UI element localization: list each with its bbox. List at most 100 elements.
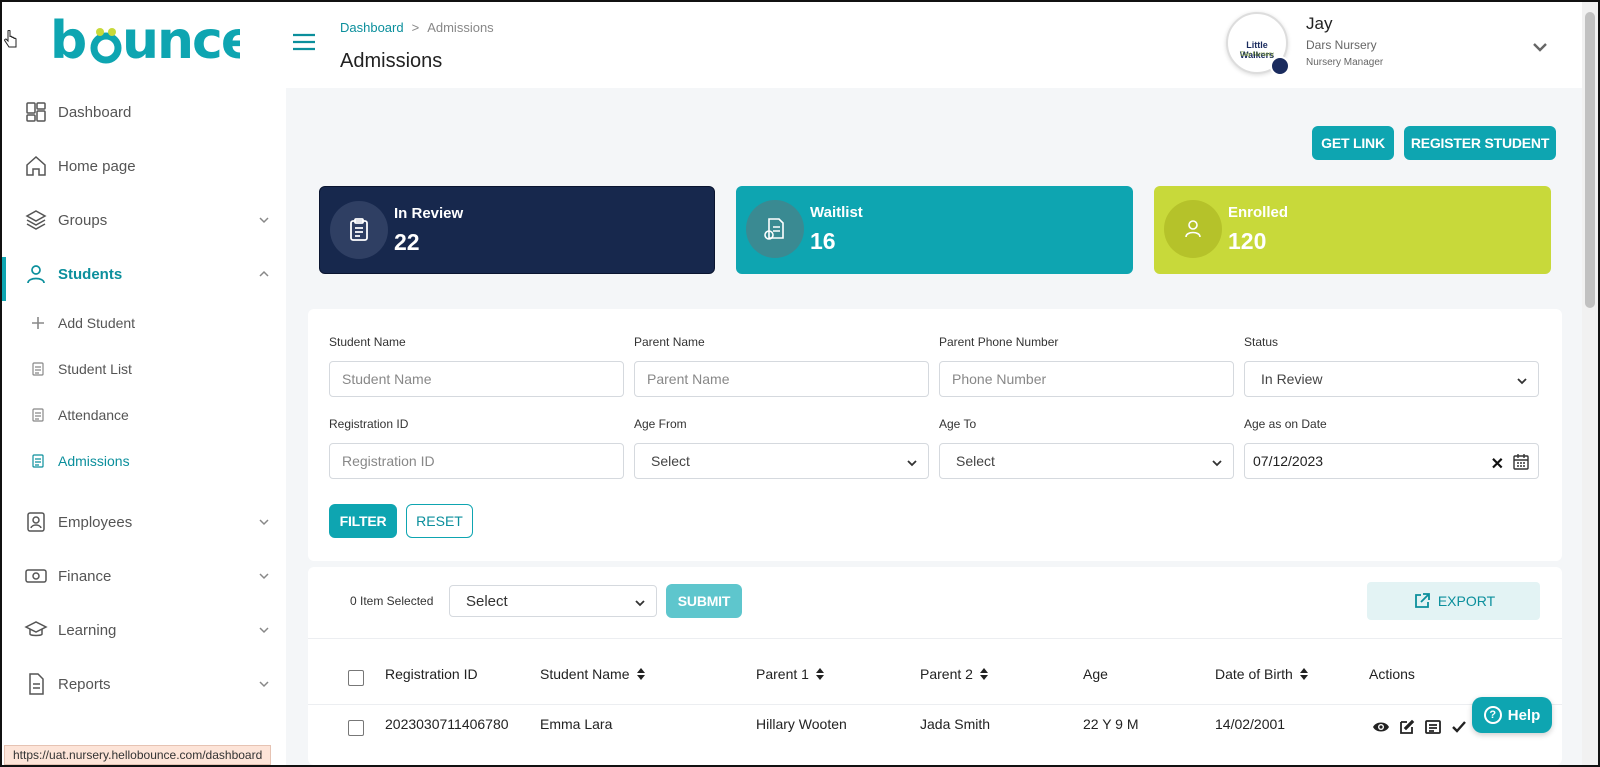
status-select[interactable]: In Review <box>1244 361 1539 397</box>
calendar-icon[interactable] <box>1512 453 1530 471</box>
select-all-checkbox[interactable] <box>348 670 364 686</box>
nursery-logo-avatar[interactable]: Little Walkers Day Nursery <box>1226 12 1290 76</box>
plus-icon <box>30 315 46 331</box>
page-scrollbar[interactable] <box>1582 2 1598 765</box>
sort-icon <box>636 667 646 681</box>
breadcrumb-dashboard-link[interactable]: Dashboard <box>340 20 404 35</box>
sidebar-subitem-label: Student List <box>58 361 132 377</box>
sidebar-item-label: Dashboard <box>58 103 132 121</box>
export-label: EXPORT <box>1437 593 1496 609</box>
age-to-label: Age To <box>939 417 977 431</box>
parent-phone-label: Parent Phone Number <box>939 335 1059 349</box>
parent-phone-input[interactable] <box>939 361 1234 397</box>
chevron-down-icon <box>1211 456 1223 468</box>
svg-text:unce: unce <box>122 12 240 71</box>
age-to-select[interactable]: Select <box>939 443 1234 479</box>
cell-parent-2: Jada Smith <box>920 716 991 732</box>
column-header-date-of-birth[interactable]: Date of Birth <box>1215 666 1309 682</box>
status-label: Status <box>1244 335 1279 349</box>
age-from-select[interactable]: Select <box>634 443 929 479</box>
student-name-input[interactable] <box>329 361 624 397</box>
hamburger-menu-icon[interactable] <box>292 32 316 52</box>
row-checkbox[interactable] <box>348 720 364 736</box>
scrollbar-thumb[interactable] <box>1585 12 1595 308</box>
sidebar-item-label: Groups <box>58 211 108 229</box>
sidebar-item-learning[interactable]: Learning <box>2 608 286 652</box>
sidebar-item-label: Home page <box>58 157 136 175</box>
sidebar-subitem-label: Admissions <box>58 453 130 469</box>
submit-button[interactable]: SUBMIT <box>666 584 742 618</box>
chevron-down-icon <box>257 515 271 529</box>
stat-card-enrolled[interactable]: Enrolled 120 <box>1154 186 1551 274</box>
profile-chevron-down-icon[interactable] <box>1532 40 1548 54</box>
filter-button[interactable]: FILTER <box>329 504 397 538</box>
sidebar-subitem-add-student[interactable]: Add Student <box>2 303 286 343</box>
age-from-label: Age From <box>634 417 687 431</box>
get-link-button[interactable]: GET LINK <box>1312 126 1394 160</box>
age-as-on-date-input[interactable]: 07/12/2023 ✕ <box>1244 443 1539 479</box>
document-clock-icon <box>746 200 804 258</box>
date-value: 07/12/2023 <box>1253 453 1324 469</box>
sidebar-item-employees[interactable]: Employees <box>2 500 286 544</box>
view-eye-icon[interactable] <box>1372 718 1390 736</box>
bounce-logo[interactable]: b unce <box>50 11 256 72</box>
clipboard-icon <box>30 361 46 377</box>
column-header-registration-id[interactable]: Registration ID <box>385 666 478 682</box>
status-select-value: In Review <box>1261 371 1323 387</box>
cell-parent-1: Hillary Wooten <box>756 716 847 732</box>
filter-panel <box>308 309 1562 561</box>
column-header-age: Age <box>1083 666 1108 682</box>
sidebar-subitem-admissions[interactable]: Admissions <box>2 441 286 481</box>
registration-id-input[interactable] <box>329 443 624 479</box>
list-details-icon[interactable] <box>1424 718 1442 736</box>
stat-card-waitlist[interactable]: Waitlist 16 <box>736 186 1133 274</box>
column-header-label: Student Name <box>540 666 630 682</box>
column-header-parent-1[interactable]: Parent 1 <box>756 666 825 682</box>
sidebar-item-finance[interactable]: Finance <box>2 554 286 598</box>
id-badge-icon <box>24 510 48 534</box>
sidebar-subitem-student-list[interactable]: Student List <box>2 349 286 389</box>
column-header-parent-2[interactable]: Parent 2 <box>920 666 989 682</box>
age-as-on-date-label: Age as on Date <box>1244 417 1327 431</box>
bounce-logo-icon: b unce <box>50 11 256 71</box>
clear-date-icon[interactable]: ✕ <box>1491 454 1504 474</box>
help-button[interactable]: ? Help <box>1472 697 1552 733</box>
edit-icon[interactable] <box>1398 718 1416 736</box>
column-header-student-name[interactable]: Student Name <box>540 666 646 682</box>
parent-name-label: Parent Name <box>634 335 705 349</box>
sidebar-item-reports[interactable]: Reports <box>2 662 286 706</box>
breadcrumb-separator: > <box>411 20 420 35</box>
approve-check-icon[interactable] <box>1450 718 1468 736</box>
sidebar-item-students[interactable]: Students <box>2 252 286 296</box>
stat-value: 22 <box>394 229 420 255</box>
cell-student-name: Emma Lara <box>540 716 613 732</box>
stat-value: 16 <box>810 228 836 254</box>
clipboard-icon <box>30 407 46 423</box>
sidebar-item-label: Learning <box>58 621 117 639</box>
help-label: Help <box>1507 706 1541 724</box>
chevron-down-icon <box>1516 374 1528 386</box>
money-icon <box>24 564 48 588</box>
sidebar-item-dashboard[interactable]: Dashboard <box>2 90 286 134</box>
reset-button[interactable]: RESET <box>406 504 473 538</box>
user-icon <box>24 262 48 286</box>
sidebar-subitem-attendance[interactable]: Attendance <box>2 395 286 435</box>
top-header: Dashboard > Admissions Admissions Little… <box>286 2 1582 88</box>
parent-name-input[interactable] <box>634 361 929 397</box>
register-student-button[interactable]: REGISTER STUDENT <box>1404 126 1556 160</box>
student-name-label: Student Name <box>329 335 406 349</box>
user-icon <box>1164 200 1222 258</box>
stat-value: 120 <box>1228 228 1267 254</box>
sidebar-item-home-page[interactable]: Home page <box>2 144 286 188</box>
clipboard-icon <box>30 453 46 469</box>
column-header-label: Actions <box>1369 666 1415 682</box>
column-header-actions: Actions <box>1369 666 1415 682</box>
bulk-action-select[interactable]: Select <box>449 585 657 617</box>
layers-icon <box>24 208 48 232</box>
export-button[interactable]: EXPORT <box>1367 582 1540 620</box>
dashboard-icon <box>24 100 48 124</box>
sidebar-item-groups[interactable]: Groups <box>2 198 286 242</box>
external-link-icon <box>1412 591 1432 611</box>
stat-card-in-review[interactable]: In Review 22 <box>319 186 715 274</box>
clipboard-list-icon <box>330 201 388 259</box>
